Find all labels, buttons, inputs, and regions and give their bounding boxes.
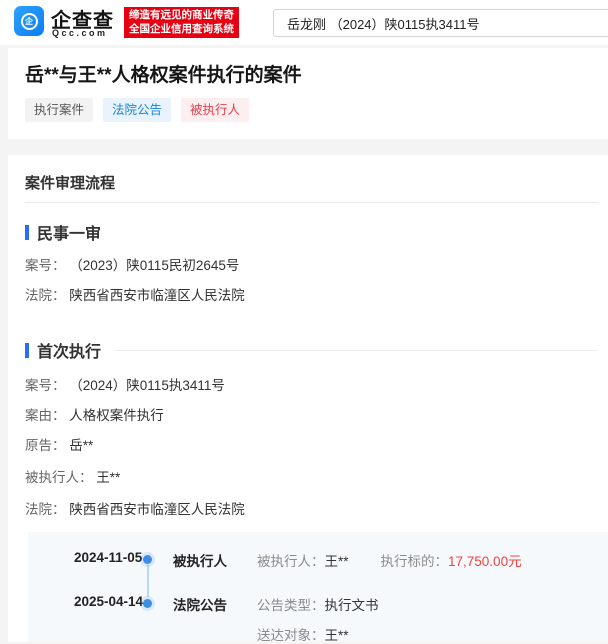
qcc-logo-glyph: 企 bbox=[25, 16, 33, 27]
field-label: 案由： bbox=[25, 408, 66, 423]
search-box bbox=[273, 9, 608, 37]
field-cause-of-action: 案由： 人格权案件执行 bbox=[25, 404, 164, 422]
timeline-dot-icon bbox=[143, 599, 152, 608]
field-court: 法院： 陕西省西安市临潼区人民法院 bbox=[25, 498, 245, 516]
search-input[interactable] bbox=[274, 10, 608, 36]
qcc-logo[interactable]: 企 bbox=[14, 6, 44, 36]
timeline-event-title: 被执行人 bbox=[173, 550, 227, 570]
tag-execution-case: 执行案件 bbox=[25, 98, 93, 122]
detail-label: 送达对象： bbox=[257, 628, 325, 643]
field-label: 被执行人： bbox=[25, 470, 93, 485]
detail-label: 公告类型： bbox=[257, 598, 325, 613]
field-value: （2023）陕0115民初2645号 bbox=[69, 258, 239, 273]
slogan-line-1: 缔造有远见的商业传奇 bbox=[129, 9, 234, 23]
timeline-date: 2024-11-05 bbox=[74, 550, 169, 565]
section-divider bbox=[25, 202, 598, 203]
detail-label: 执行标的： bbox=[381, 554, 449, 569]
timeline-connector-line bbox=[147, 565, 149, 597]
tag-court-announcement[interactable]: 法院公告 bbox=[103, 98, 171, 122]
timeline-dot-icon bbox=[143, 555, 152, 564]
timeline-detail-row: 被执行人：王** 执行标的：17,750.00元 bbox=[257, 550, 522, 570]
stage-rule-line bbox=[115, 350, 598, 351]
detail-value: 执行文书 bbox=[325, 598, 379, 613]
qcc-logo-icon: 企 bbox=[21, 13, 38, 30]
field-plaintiff: 原告： 岳** bbox=[25, 434, 93, 452]
stage-header-first-execution: 首次执行 bbox=[25, 341, 598, 359]
stage-title: 首次执行 bbox=[37, 338, 101, 362]
field-case-number: 案号： （2024）陕0115执3411号 bbox=[25, 374, 225, 392]
execution-amount: 17,750.00元 bbox=[448, 554, 522, 569]
field-value: 人格权案件执行 bbox=[69, 408, 164, 423]
top-header: 企 企查查 Qcc.com 缔造有远见的商业传奇 全国企业信用查询系统 bbox=[0, 0, 608, 45]
stage-header-civil-first-trial: 民事一审 bbox=[25, 223, 598, 241]
stage-accent-bar bbox=[25, 343, 29, 358]
timeline-detail-row: 送达对象：王** bbox=[257, 624, 349, 644]
field-label: 案号： bbox=[25, 258, 66, 273]
case-flow-card: 案件审理流程 民事一审 案号： （2023）陕0115民初2645号 法院： 陕… bbox=[8, 155, 608, 642]
timeline-detail-row: 公告类型：执行文书 bbox=[257, 594, 379, 614]
field-court: 法院： 陕西省西安市临潼区人民法院 bbox=[25, 284, 245, 302]
brand-slogan-badge: 缔造有远见的商业传奇 全国企业信用查询系统 bbox=[124, 7, 239, 38]
stage-title: 民事一审 bbox=[37, 220, 101, 244]
timeline-date: 2025-04-14 bbox=[74, 594, 169, 609]
field-value: 陕西省西安市临潼区人民法院 bbox=[69, 288, 245, 303]
execution-timeline: 2024-11-05 被执行人 被执行人：王**执行标的：17,750.00元 … bbox=[28, 532, 608, 642]
field-value: 王** bbox=[96, 470, 120, 485]
field-label: 原告： bbox=[25, 438, 66, 453]
slogan-line-2: 全国企业信用查询系统 bbox=[129, 23, 234, 37]
field-value: 陕西省西安市临潼区人民法院 bbox=[69, 502, 245, 517]
field-label: 法院： bbox=[25, 288, 66, 303]
tag-person-subject-to-execution[interactable]: 被执行人 bbox=[181, 98, 249, 122]
field-value: 岳** bbox=[69, 438, 93, 453]
section-title-case-flow: 案件审理流程 bbox=[25, 172, 115, 193]
field-label: 法院： bbox=[25, 502, 66, 517]
case-header-card: 岳**与王**人格权案件执行的案件 执行案件 法院公告 被执行人 bbox=[8, 48, 608, 139]
field-case-number: 案号： （2023）陕0115民初2645号 bbox=[25, 254, 239, 272]
detail-label: 被执行人： bbox=[257, 554, 325, 569]
detail-value: 王** bbox=[325, 628, 349, 643]
field-value: （2024）陕0115执3411号 bbox=[69, 378, 225, 393]
field-person-subject-to-execution: 被执行人： 王** bbox=[25, 466, 120, 484]
stage-accent-bar bbox=[25, 225, 29, 240]
case-title: 岳**与王**人格权案件执行的案件 bbox=[25, 60, 302, 87]
detail-value: 王** bbox=[325, 554, 349, 569]
timeline-event-title: 法院公告 bbox=[173, 594, 227, 614]
brand-name-en: Qcc.com bbox=[52, 28, 108, 38]
field-label: 案号： bbox=[25, 378, 66, 393]
case-tag-row: 执行案件 法院公告 被执行人 bbox=[25, 98, 249, 122]
